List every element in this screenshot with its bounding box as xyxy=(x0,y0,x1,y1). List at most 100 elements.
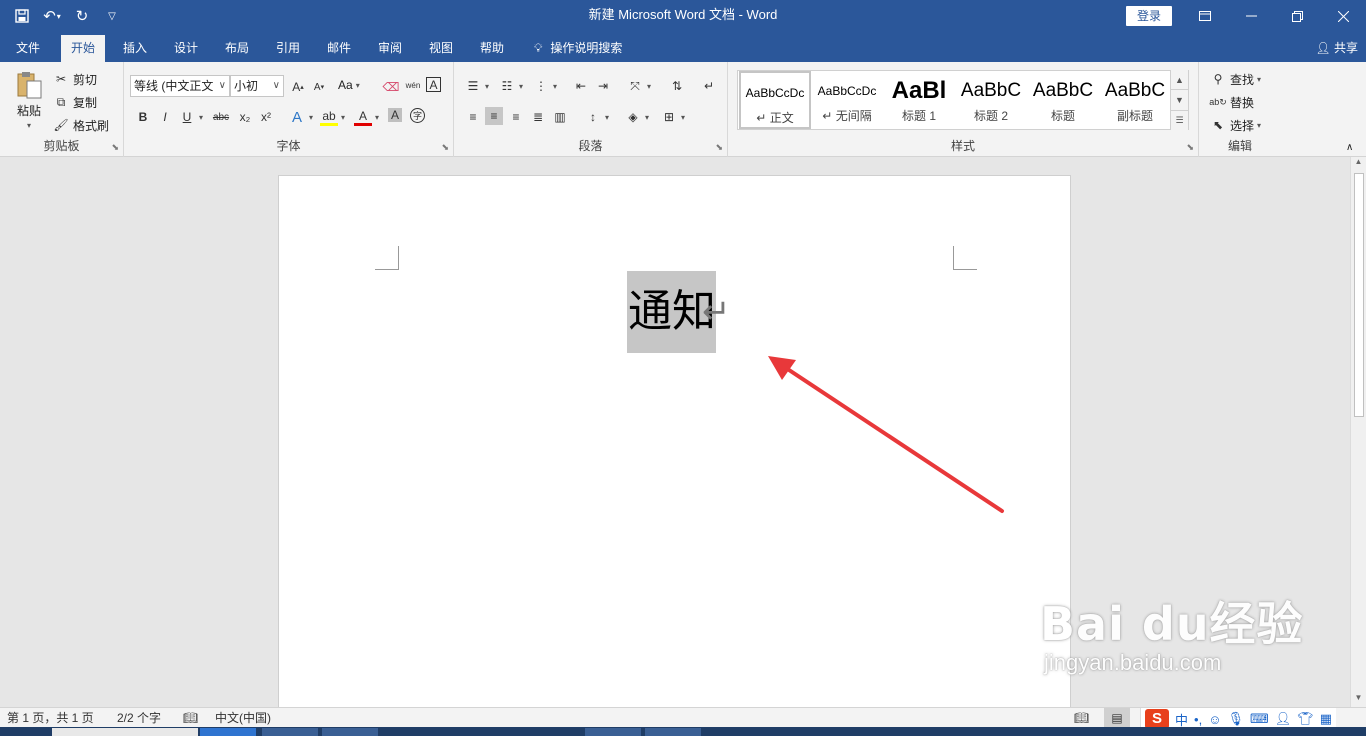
font-size-combo[interactable]: 小初 ∨ xyxy=(230,75,284,97)
tab-layout[interactable]: 布局 xyxy=(215,35,259,62)
decrease-indent-button[interactable]: ⇤ xyxy=(572,77,590,95)
minimize-icon[interactable] xyxy=(1228,0,1274,32)
font-launcher-icon[interactable]: ⬊ xyxy=(441,142,449,153)
login-button[interactable]: 登录 xyxy=(1126,6,1172,26)
read-mode-icon[interactable]: 📖︎ xyxy=(1074,708,1089,728)
select-button[interactable]: ⬉ 选择 ▾ xyxy=(1209,116,1261,134)
replace-button[interactable]: ab↻ 替换 xyxy=(1209,93,1254,111)
superscript-button[interactable]: x² xyxy=(257,108,275,126)
skin-icon[interactable]: 👕︎ xyxy=(1297,711,1314,727)
text-effects-button[interactable]: A ▾ xyxy=(288,108,313,126)
font-name-combo[interactable]: 等线 (中文正文 ∨ xyxy=(130,75,230,97)
ribbon-display-options-icon[interactable] xyxy=(1182,0,1228,32)
document-heading[interactable]: 通知 ↵ xyxy=(627,270,731,354)
chinese-layout-button[interactable]: ⤧ ▾ xyxy=(626,77,651,95)
style-title[interactable]: AaBbC 标题 xyxy=(1027,71,1099,129)
borders-button[interactable]: ⊞ ▾ xyxy=(660,108,685,126)
language-indicator[interactable]: 中文(中国) xyxy=(215,708,271,728)
vertical-scrollbar[interactable]: ▲ ▼ xyxy=(1350,157,1366,707)
scroll-thumb[interactable] xyxy=(1354,173,1364,417)
underline-button[interactable]: U ▾ xyxy=(178,108,203,126)
taskbar-item[interactable] xyxy=(200,728,256,736)
show-marks-button[interactable]: ↵ xyxy=(700,77,718,95)
clear-formatting-button[interactable]: ⌫ xyxy=(382,78,400,96)
styles-launcher-icon[interactable]: ⬊ xyxy=(1186,142,1194,153)
enclose-characters-button[interactable]: 字 xyxy=(410,108,425,123)
phonetic-guide-button[interactable]: wén xyxy=(404,76,422,94)
character-shading-button[interactable]: A xyxy=(388,108,402,122)
word-count[interactable]: 2/2 个字 xyxy=(117,708,161,728)
shading-button[interactable]: ◈ ▾ xyxy=(624,108,649,126)
microphone-icon[interactable]: 🎙︎ xyxy=(1227,711,1244,727)
change-case-button[interactable]: Aa ▾ xyxy=(338,78,360,92)
style-heading-2[interactable]: AaBbC 标题 2 xyxy=(955,71,1027,129)
taskbar-item[interactable] xyxy=(585,728,641,736)
highlight-button[interactable]: ab ▾ xyxy=(320,108,345,126)
taskbar-item[interactable] xyxy=(322,728,378,736)
align-center-button[interactable]: ≡ xyxy=(485,107,503,125)
bold-button[interactable]: B xyxy=(134,108,152,126)
document-page[interactable]: 通知 ↵ xyxy=(278,175,1071,707)
tell-me-search[interactable]: 💡︎ 操作说明搜索 xyxy=(524,35,632,62)
chevron-down-icon[interactable]: ▼ xyxy=(1171,90,1188,111)
keyboard-icon[interactable]: ⌨ xyxy=(1250,711,1269,727)
tab-mailings[interactable]: 邮件 xyxy=(317,35,361,62)
format-painter-button[interactable]: 🖌︎ 格式刷 xyxy=(52,116,109,134)
tab-review[interactable]: 审阅 xyxy=(368,35,412,62)
strikethrough-button[interactable]: abc xyxy=(210,108,232,126)
paste-button[interactable]: 粘贴 ▾ xyxy=(12,70,46,130)
numbering-button[interactable]: ☷ ▾ xyxy=(498,77,523,95)
restore-icon[interactable] xyxy=(1274,0,1320,32)
share-button[interactable]: 👤︎ 共享 xyxy=(1315,35,1358,62)
style-subtitle[interactable]: AaBbC 副标题 xyxy=(1099,71,1171,129)
tab-insert[interactable]: 插入 xyxy=(113,35,157,62)
subscript-button[interactable]: x₂ xyxy=(236,108,254,126)
style-no-spacing[interactable]: AaBbCcDc ↵ 无间隔 xyxy=(811,71,883,129)
grow-font-button[interactable]: A ▴ xyxy=(289,78,307,96)
print-layout-icon[interactable]: ▤ xyxy=(1104,708,1130,728)
shrink-font-button[interactable]: A ▾ xyxy=(310,78,328,96)
clipboard-launcher-icon[interactable]: ⬊ xyxy=(111,142,119,153)
bullets-button[interactable]: ☰ ▾ xyxy=(464,77,489,95)
style-heading-1[interactable]: AaBl 标题 1 xyxy=(883,71,955,129)
tab-view[interactable]: 视图 xyxy=(419,35,463,62)
taskbar-item[interactable] xyxy=(262,728,318,736)
scroll-down-icon[interactable]: ▼ xyxy=(1351,693,1366,707)
tab-design[interactable]: 设计 xyxy=(164,35,208,62)
menu-grid-icon[interactable]: ▦ xyxy=(1320,711,1332,727)
emoji-icon[interactable]: ☺ xyxy=(1208,712,1221,727)
copy-button[interactable]: ⧉ 复制 xyxy=(52,93,97,111)
tab-references[interactable]: 引用 xyxy=(266,35,310,62)
ime-punctuation[interactable]: •, xyxy=(1194,712,1202,727)
tab-file[interactable]: 文件 xyxy=(6,35,50,62)
line-spacing-button[interactable]: ↕ ▾ xyxy=(584,108,609,126)
align-right-button[interactable]: ≡ xyxy=(507,108,525,126)
sort-button[interactable]: ⇅ xyxy=(668,77,686,95)
italic-button[interactable]: I xyxy=(156,108,174,126)
paragraph-launcher-icon[interactable]: ⬊ xyxy=(715,142,723,153)
proofing-icon[interactable]: 📖︎ xyxy=(183,708,198,728)
chevron-up-icon[interactable]: ▲ xyxy=(1171,70,1188,91)
cut-button[interactable]: ✂︎ 剪切 xyxy=(52,70,97,88)
page-count[interactable]: 第 1 页，共 1 页 xyxy=(7,708,94,728)
distributed-button[interactable]: ▥ xyxy=(551,108,569,126)
scroll-up-icon[interactable]: ▲ xyxy=(1351,157,1366,171)
find-button[interactable]: ⚲ 查找 ▾ xyxy=(1209,70,1261,88)
tab-home[interactable]: 开始 xyxy=(61,35,106,62)
character-border-button[interactable]: A xyxy=(426,77,441,92)
user-icon[interactable]: 👤︎ xyxy=(1275,711,1292,727)
justify-button[interactable]: ≣ xyxy=(529,108,547,126)
collapse-ribbon-icon[interactable]: ∧ xyxy=(1346,142,1353,153)
sogou-logo-icon[interactable]: S xyxy=(1145,709,1169,729)
more-styles-icon[interactable]: ☰ xyxy=(1171,111,1188,130)
font-color-button[interactable]: A ▾ xyxy=(354,108,379,126)
ime-mode[interactable]: 中 xyxy=(1175,710,1188,729)
taskbar-item[interactable] xyxy=(645,728,701,736)
increase-indent-button[interactable]: ⇥ xyxy=(594,77,612,95)
align-left-button[interactable]: ≡ xyxy=(464,108,482,126)
taskbar-search[interactable] xyxy=(52,728,198,736)
style-normal[interactable]: AaBbCcDc ↵ 正文 xyxy=(739,71,811,129)
close-icon[interactable] xyxy=(1320,0,1366,32)
tab-help[interactable]: 帮助 xyxy=(470,35,514,62)
multilevel-list-button[interactable]: ⋮ ▾ xyxy=(532,77,557,95)
